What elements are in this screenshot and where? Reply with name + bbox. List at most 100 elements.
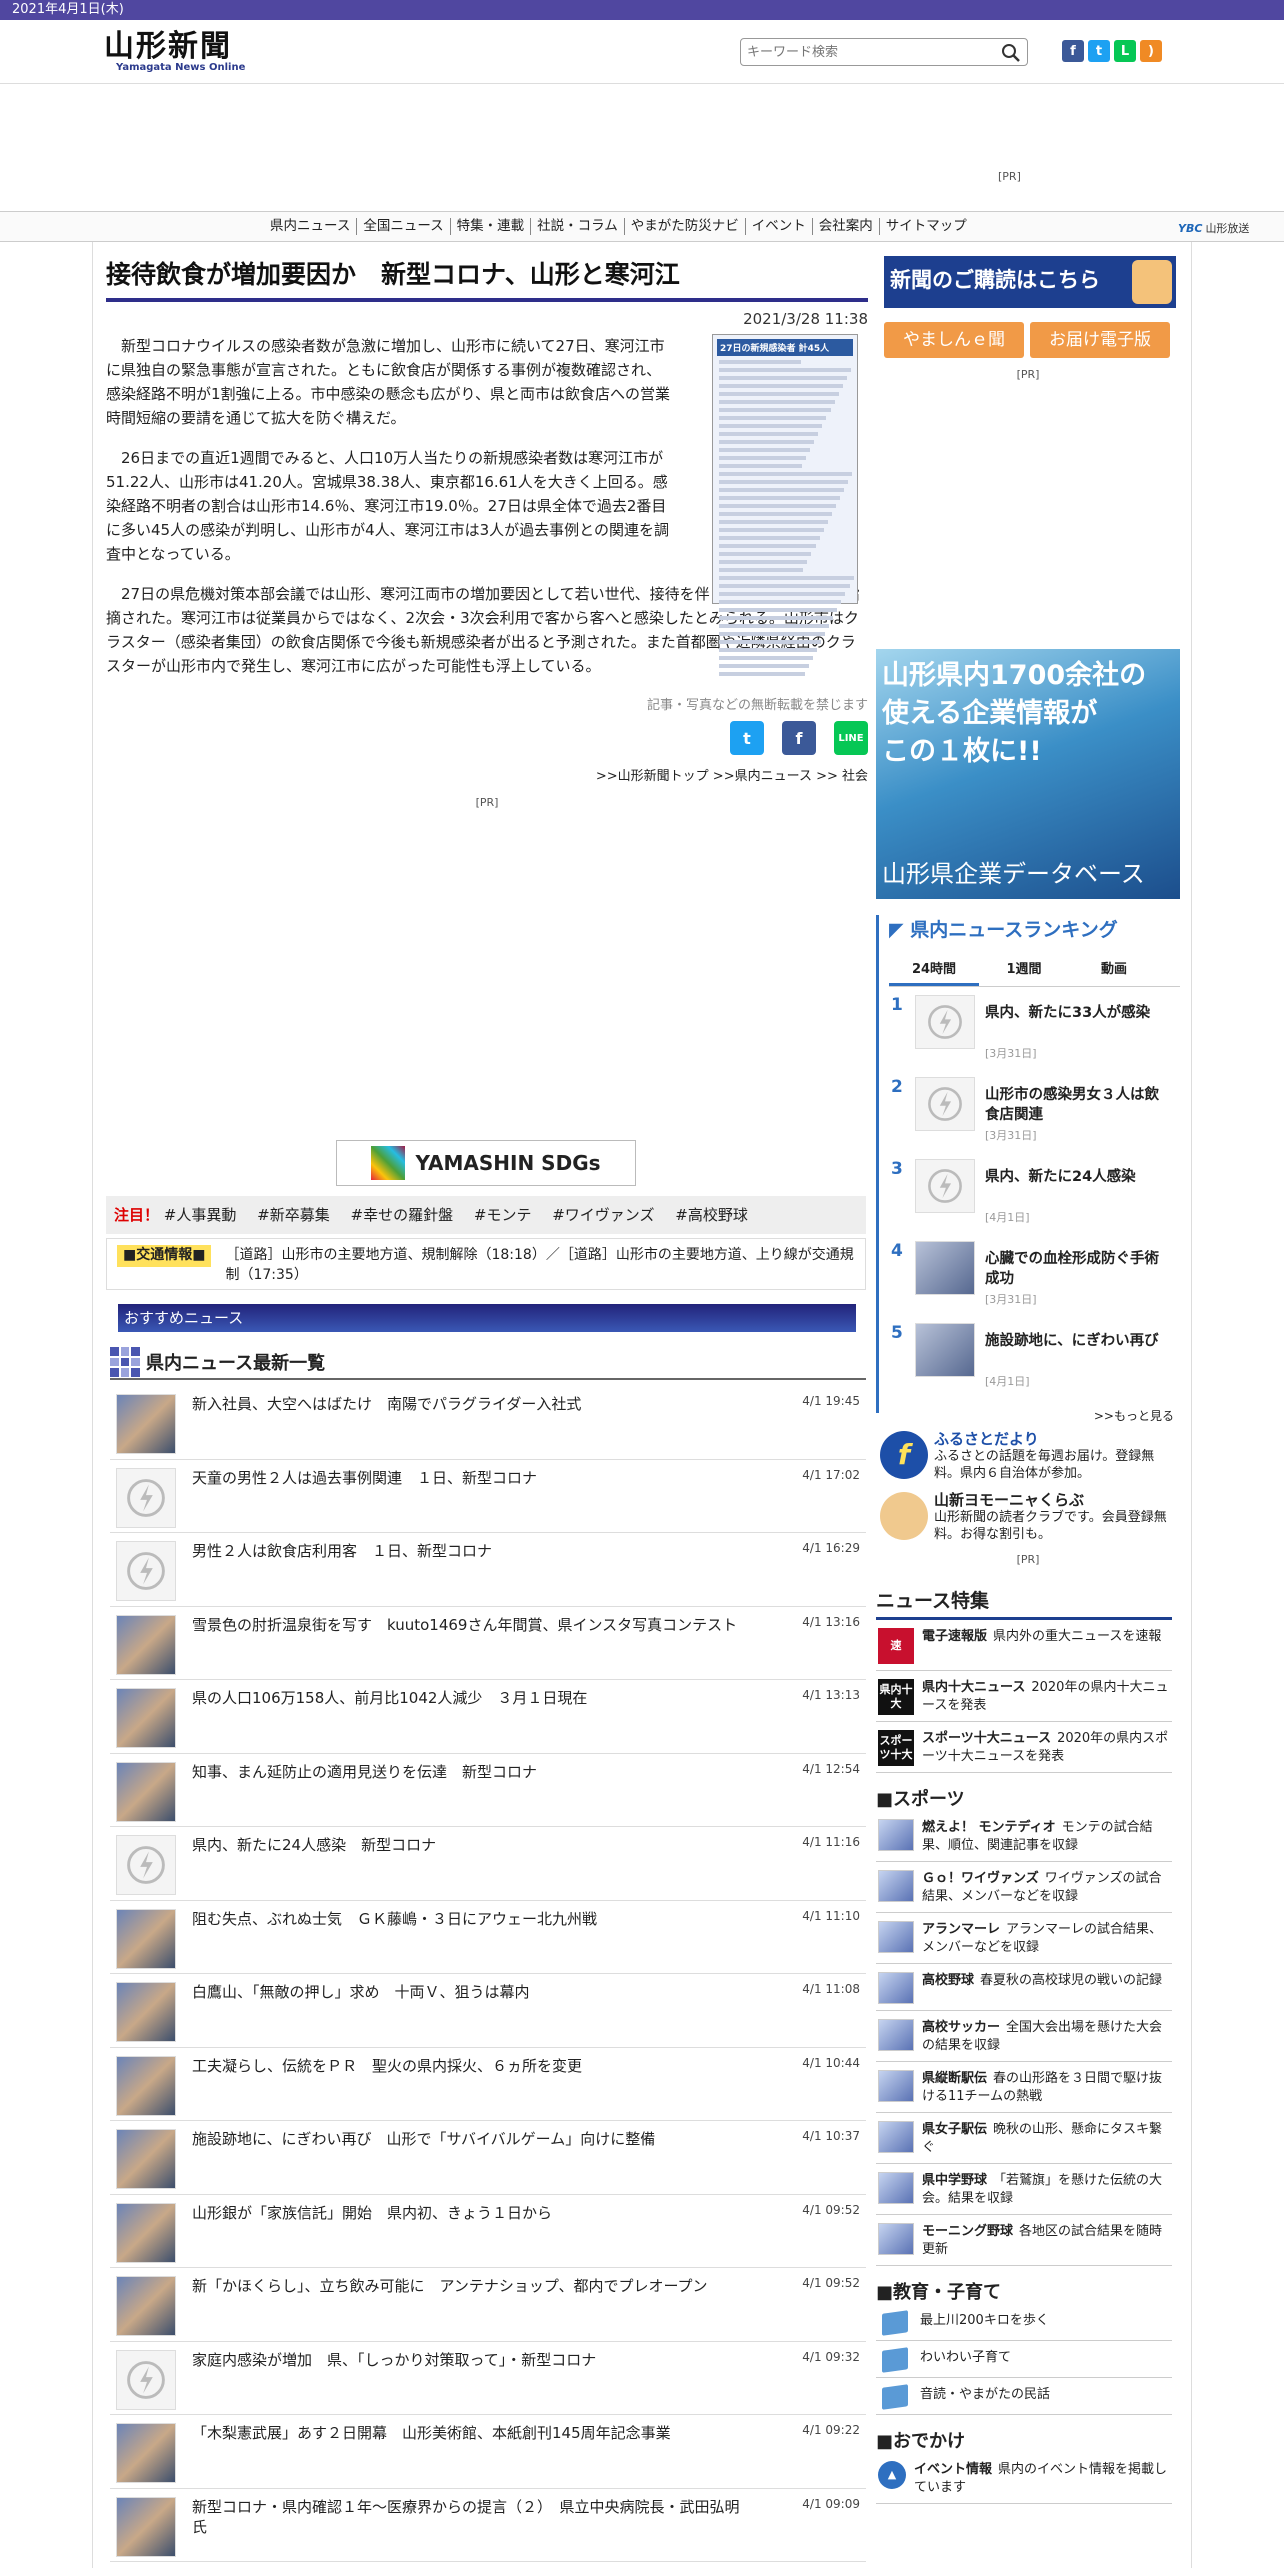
- tab-1week[interactable]: 1週間: [979, 958, 1069, 986]
- ranking-title[interactable]: 心臓での血栓形成防ぐ手術成功: [985, 1249, 1171, 1289]
- news-item[interactable]: 雪景色の肘折温泉街を写す kuuto1469さん年間賞、県インスタ写真コンテスト…: [110, 1607, 866, 1680]
- club-link[interactable]: 山新ヨモーニャくらぶ 山形新聞の読者クラブです。会員登録無料。お得な割引も。: [876, 1492, 1180, 1543]
- news-title[interactable]: 雪景色の肘折温泉街を写す kuuto1469さん年間賞、県インスタ写真コンテスト: [192, 1615, 752, 1635]
- placeholder-lightning-icon[interactable]: [116, 2349, 176, 2410]
- ranking-item[interactable]: 2 山形市の感染男女３人は飲食店関連 [3月31日]: [889, 1073, 1180, 1151]
- sports-item[interactable]: Ｇｏ！ワイヴァンズ ワイヴァンズの試合結果、メンバーなどを収録: [876, 1862, 1172, 1913]
- ranking-title[interactable]: 県内、新たに24人感染: [985, 1167, 1171, 1187]
- sports-item[interactable]: 県中学野球 「若鷲旗」を懸けた伝統の大会。結果を収録: [876, 2164, 1172, 2215]
- news-title[interactable]: 新「かほくらし」、立ち飲み可能に アンテナショップ、都内でプレオープン: [192, 2276, 752, 2296]
- sports-item[interactable]: 高校野球 春夏秋の高校球児の戦いの記録: [876, 1964, 1172, 2011]
- news-item[interactable]: 知事、まん延防止の適用見送りを伝達 新型コロナ 4/1 12:54: [110, 1754, 866, 1827]
- facebook-icon[interactable]: f: [1062, 40, 1084, 62]
- news-title[interactable]: 家庭内感染が増加 県、「しっかり対策取って」・新型コロナ: [192, 2350, 752, 2370]
- tag-link[interactable]: #ワイヴァンズ: [552, 1206, 654, 1224]
- nav-item-bousai[interactable]: やまがた防災ナビ: [625, 218, 746, 235]
- nav-item-sitemap[interactable]: サイトマップ: [880, 218, 973, 235]
- news-item[interactable]: 「木梨憲武展」あす２日開幕 山形美術館、本紙創刊145周年記念事業 4/1 09:…: [110, 2415, 866, 2489]
- news-thumbnail[interactable]: [116, 2276, 176, 2336]
- tag-link[interactable]: #新卒募集: [257, 1206, 330, 1224]
- news-item[interactable]: 阻む失点、ぶれぬ士気 ＧＫ藤嶋・３日にアウェー北九州戦 4/1 11:10: [110, 1901, 866, 1974]
- sdgs-banner[interactable]: YAMASHIN SDGs: [336, 1140, 636, 1186]
- sports-item[interactable]: 県女子駅伝 晩秋の山形、懸命にタスキ繋ぐ: [876, 2113, 1172, 2164]
- sports-item[interactable]: 高校サッカー 全国大会出場を懸けた大会の結果を収録: [876, 2011, 1172, 2062]
- news-item[interactable]: 白鷹山、「無敵の押し」求め 十両Ｖ、狙うは幕内 4/1 11:08: [110, 1974, 866, 2048]
- news-item[interactable]: 天童の男性２人は過去事例関連 １日、新型コロナ 4/1 17:02: [110, 1460, 866, 1533]
- news-item[interactable]: 新「かほくらし」、立ち飲み可能に アンテナショップ、都内でプレオープン 4/1 0…: [110, 2268, 866, 2342]
- news-thumbnail[interactable]: [116, 1394, 176, 1454]
- nav-item-company[interactable]: 会社案内: [813, 218, 880, 235]
- news-item[interactable]: 家庭内感染が増加 県、「しっかり対策取って」・新型コロナ 4/1 09:32: [110, 2342, 866, 2415]
- placeholder-lightning-icon[interactable]: [116, 1835, 176, 1895]
- news-title[interactable]: 新入社員、大空へはばたけ 南陽でパラグライダー入社式: [192, 1394, 752, 1414]
- news-thumbnail[interactable]: [116, 1982, 176, 2042]
- news-title[interactable]: 白鷹山、「無敵の押し」求め 十両Ｖ、狙うは幕内: [192, 1982, 752, 2002]
- rss-icon[interactable]: ): [1140, 40, 1162, 62]
- news-title[interactable]: 山形銀が「家族信託」開始 県内初、きょう１日から: [192, 2203, 752, 2223]
- ranking-item[interactable]: 3 県内、新たに24人感染 [4月1日]: [889, 1155, 1180, 1233]
- news-thumbnail[interactable]: [116, 2055, 176, 2116]
- news-item[interactable]: 新入社員、大空へはばたけ 南陽でパラグライダー入社式 4/1 19:45: [110, 1386, 866, 1460]
- share-line-icon[interactable]: LINE: [834, 721, 868, 755]
- news-item[interactable]: 新型コロナ・県内確認１年～医療界からの提言（２） 県立中央病院長・武田弘明氏 4/…: [110, 2489, 866, 2562]
- news-title[interactable]: 男性２人は飲食店利用客 １日、新型コロナ: [192, 1541, 752, 1561]
- news-title[interactable]: 「木梨憲武展」あす２日開幕 山形美術館、本紙創刊145周年記念事業: [192, 2423, 752, 2443]
- news-title[interactable]: 施設跡地に、にぎわい再び 山形で「サバイバルゲーム」向けに整備: [192, 2129, 752, 2149]
- news-item[interactable]: 工夫凝らし、伝統をＰＲ 聖火の県内採火、６ヵ所を変更 4/1 10:44: [110, 2048, 866, 2121]
- line-icon[interactable]: L: [1114, 40, 1136, 62]
- share-twitter-icon[interactable]: t: [730, 721, 764, 755]
- nav-item-editorial[interactable]: 社説・コラム: [531, 218, 625, 235]
- twitter-icon[interactable]: t: [1088, 40, 1110, 62]
- share-facebook-icon[interactable]: f: [782, 721, 816, 755]
- ranking-thumbnail[interactable]: [915, 1241, 975, 1295]
- tag-link[interactable]: #人事異動: [164, 1206, 237, 1224]
- placeholder-lightning-icon[interactable]: [915, 1077, 975, 1131]
- news-title[interactable]: 新型コロナ・県内確認１年～医療界からの提言（２） 県立中央病院長・武田弘明氏: [192, 2497, 752, 2537]
- ranking-item[interactable]: 5 施設跡地に、にぎわい再び [4月1日]: [889, 1319, 1180, 1397]
- nav-item-national-news[interactable]: 全国ニュース: [357, 218, 451, 235]
- news-item[interactable]: 施設跡地に、にぎわい再び 山形で「サバイバルゲーム」向けに整備 4/1 10:37: [110, 2121, 866, 2195]
- news-item[interactable]: 県内、新たに24人感染 新型コロナ 4/1 11:16: [110, 1827, 866, 1901]
- news-title[interactable]: 県の人口106万158人、前月比1042人減少 ３月１日現在: [192, 1688, 752, 1708]
- news-title[interactable]: 工夫凝らし、伝統をＰＲ 聖火の県内採火、６ヵ所を変更: [192, 2056, 752, 2076]
- traffic-text[interactable]: ［道路］山形市の主要地方道、規制解除（18:18）／［道路］山形市の主要地方道、…: [225, 1245, 855, 1283]
- tag-link[interactable]: #モンテ: [474, 1206, 532, 1224]
- sports-item[interactable]: 燃えよ！ モンテディオ モンテの試合結果、順位、関連記事を収録: [876, 1811, 1172, 1862]
- sports-item[interactable]: アランマーレ アランマーレの試合結果、メンバーなどを収録: [876, 1913, 1172, 1964]
- education-item[interactable]: 音読・やまがたの民話: [876, 2378, 1172, 2415]
- news-thumbnail[interactable]: [116, 1688, 176, 1748]
- tab-24h[interactable]: 24時間: [889, 958, 979, 986]
- ranking-item[interactable]: 4 心臓での血栓形成防ぐ手術成功 [3月31日]: [889, 1237, 1180, 1315]
- feature-item[interactable]: 速電子速報版 県内外の重大ニュースを速報: [876, 1620, 1172, 1671]
- e-edition-button[interactable]: お届け電子版: [1030, 322, 1170, 358]
- ybc-link[interactable]: YBC 山形放送: [1178, 220, 1249, 236]
- news-thumbnail[interactable]: [116, 1761, 176, 1822]
- news-thumbnail[interactable]: [116, 2129, 176, 2189]
- search-icon[interactable]: [1001, 43, 1021, 63]
- education-item[interactable]: わいわい子育て: [876, 2341, 1172, 2378]
- nav-item-local-news[interactable]: 県内ニュース: [270, 218, 358, 235]
- news-title[interactable]: 知事、まん延防止の適用見送りを伝達 新型コロナ: [192, 1762, 752, 1782]
- news-thumbnail[interactable]: [116, 1908, 176, 1969]
- ranking-title[interactable]: 施設跡地に、にぎわい再び: [985, 1331, 1171, 1351]
- breadcrumb[interactable]: >>山形新聞トップ >>県内ニュース >> 社会: [106, 765, 868, 784]
- ranking-title[interactable]: 山形市の感染男女３人は飲食店関連: [985, 1085, 1171, 1125]
- ranking-more-link[interactable]: >>もっと見る: [889, 1407, 1180, 1424]
- placeholder-lightning-icon[interactable]: [116, 1541, 176, 1601]
- ranking-thumbnail[interactable]: [915, 1323, 975, 1377]
- tag-link[interactable]: #高校野球: [675, 1206, 748, 1224]
- news-title[interactable]: 県内、新たに24人感染 新型コロナ: [192, 1835, 752, 1855]
- education-item[interactable]: 最上川200キロを歩く: [876, 2304, 1172, 2341]
- tag-link[interactable]: #幸せの羅針盤: [351, 1206, 454, 1224]
- sports-item[interactable]: モーニング野球 各地区の試合結果を随時更新: [876, 2215, 1172, 2266]
- outing-item[interactable]: ▲ イベント情報 県内のイベント情報を掲載しています: [876, 2453, 1172, 2504]
- furusato-link[interactable]: f ふるさとだより ふるさとの話題を毎週お届け。登録無料。県内６自治体が参加。: [876, 1431, 1180, 1482]
- news-title[interactable]: 天童の男性２人は過去事例関連 １日、新型コロナ: [192, 1468, 752, 1488]
- ranking-title[interactable]: 県内、新たに33人が感染: [985, 1003, 1171, 1023]
- news-item[interactable]: 県の人口106万158人、前月比1042人減少 ３月１日現在 4/1 13:13: [110, 1680, 866, 1754]
- yamashin-e-button[interactable]: やましんｅ聞: [884, 322, 1024, 358]
- nav-item-events[interactable]: イベント: [746, 218, 813, 235]
- search-input[interactable]: [747, 39, 987, 65]
- placeholder-lightning-icon[interactable]: [915, 995, 975, 1049]
- news-item[interactable]: 男性２人は飲食店利用客 １日、新型コロナ 4/1 16:29: [110, 1533, 866, 1607]
